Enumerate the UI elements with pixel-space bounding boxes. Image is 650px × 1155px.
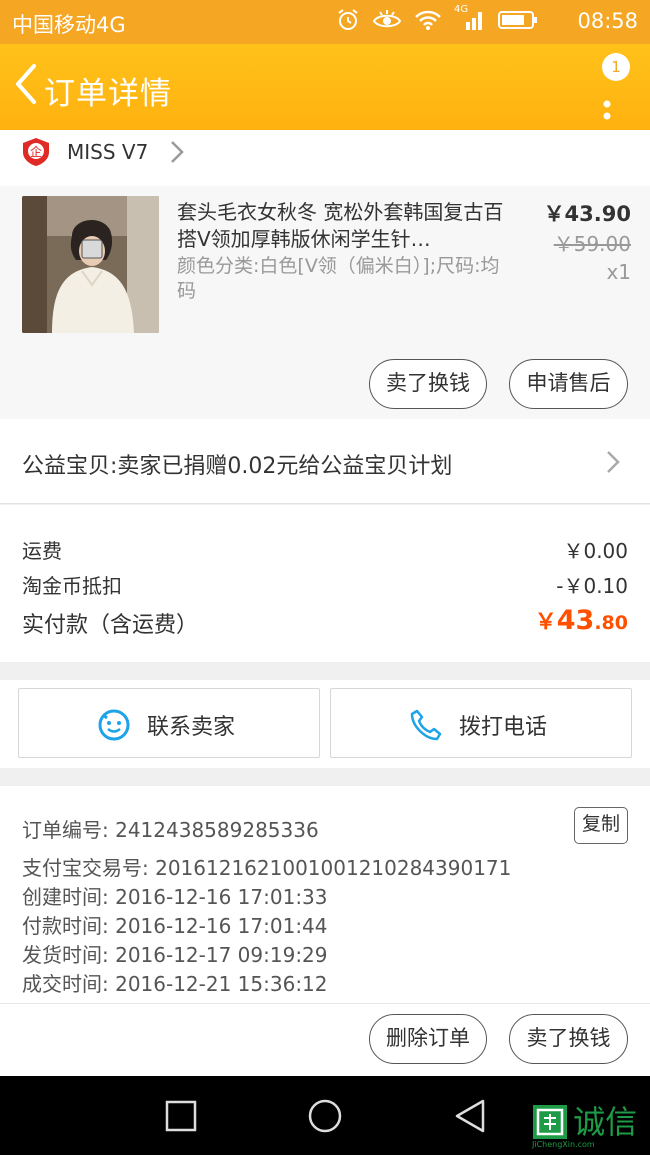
product-image[interactable]: [22, 196, 159, 333]
svg-text:企: 企: [30, 144, 42, 159]
phone-icon: [410, 709, 442, 741]
charity-text: 公益宝贝:卖家已捐赠0.02元给公益宝贝计划: [22, 454, 453, 479]
clock: 08:58: [577, 9, 638, 33]
created-time: 创建时间: 2016-12-16 17:01:33: [22, 885, 328, 909]
payment-summary: 运费 ￥0.00 淘金币抵扣 -￥0.10 实付款（含运费） ￥43.80: [0, 505, 650, 662]
delete-order-button[interactable]: 删除订单: [369, 1014, 487, 1064]
back-icon[interactable]: [453, 1098, 487, 1134]
coin-deduction-value: -￥0.10: [556, 574, 628, 598]
call-phone-label: 拨打电话: [459, 715, 548, 740]
call-phone-button[interactable]: 拨打电话: [330, 688, 632, 758]
product-sku: 颜色分类:白色[V领（偏米白）];尺码:均码: [177, 255, 500, 302]
chevron-right-icon: [171, 141, 184, 163]
contact-seller-button[interactable]: 联系卖家: [18, 688, 320, 758]
watermark-text: 诚信: [573, 1103, 638, 1141]
order-number: 订单编号: 2412438589285336: [22, 818, 319, 842]
total-paid-label: 实付款（含运费）: [22, 613, 199, 638]
chevron-right-icon: [607, 451, 620, 473]
shop-row[interactable]: 企 MISS V7: [0, 130, 650, 186]
contact-bar: 联系卖家 拨打电话: [0, 680, 650, 768]
shipping-label: 运费: [22, 539, 62, 563]
alipay-trade-number: 支付宝交易号: 2016121621001001210284390171: [22, 856, 512, 880]
carrier-label: 中国移动4G: [12, 13, 126, 37]
wifi-icon: [415, 10, 441, 30]
watermark-sub: JiChengXin.com: [532, 1140, 595, 1149]
enterprise-shop-icon: 企: [23, 138, 49, 166]
home-icon[interactable]: [307, 1098, 343, 1134]
shipped-time: 发货时间: 2016-12-17 09:19:29: [22, 943, 328, 967]
app-header: 订单详情 1: [0, 44, 650, 130]
status-bar: 中国移动4G 4G 08:58: [0, 0, 650, 44]
paid-time: 付款时间: 2016-12-16 17:01:44: [22, 914, 328, 938]
status-icons: 4G: [336, 4, 538, 32]
completed-time: 成交时间: 2016-12-21 15:36:12: [22, 972, 328, 996]
signal-icon: 4G: [454, 4, 486, 32]
shipping-value: ￥0.00: [563, 539, 628, 563]
eye-icon: [372, 10, 402, 28]
sell-item-button[interactable]: 卖了换钱: [369, 359, 487, 409]
product-title[interactable]: 套头毛衣女秋冬 宽松外套韩国复古百搭V领加厚韩版休闲学生针…: [177, 199, 507, 253]
page-title: 订单详情: [44, 76, 172, 112]
shop-name[interactable]: MISS V7: [67, 140, 148, 164]
chat-face-icon: [98, 709, 130, 741]
sell-again-button[interactable]: 卖了换钱: [509, 1014, 628, 1064]
order-item[interactable]: 套头毛衣女秋冬 宽松外套韩国复古百搭V领加厚韩版休闲学生针… 颜色分类:白色[V…: [0, 186, 650, 419]
battery-icon: [498, 11, 537, 29]
total-dec: .80: [594, 612, 628, 634]
total-currency: ￥: [534, 610, 557, 635]
total-paid-value: ￥43.80: [535, 604, 628, 636]
product-price: ￥43.90: [543, 202, 631, 226]
watermark-logo-icon: [533, 1105, 567, 1139]
charity-row[interactable]: 公益宝贝:卖家已捐赠0.02元给公益宝贝计划: [0, 419, 650, 504]
after-sales-button[interactable]: 申请售后: [509, 359, 628, 409]
coin-deduction-label: 淘金币抵扣: [22, 574, 122, 598]
alarm-icon: [338, 9, 358, 30]
order-info: 订单编号: 2412438589285336 复制 支付宝交易号: 201612…: [0, 786, 650, 1004]
total-int: 43: [556, 605, 595, 636]
original-price: ￥59.00: [553, 232, 631, 256]
more-menu-icon[interactable]: [601, 84, 613, 124]
copy-button[interactable]: 复制: [574, 807, 628, 844]
watermark: 诚信 JiChengXin.com: [532, 1104, 637, 1149]
bottom-actions: 删除订单 卖了换钱: [0, 1004, 650, 1076]
recent-apps-icon[interactable]: [165, 1100, 197, 1132]
back-arrow-icon[interactable]: [10, 60, 42, 108]
contact-seller-label: 联系卖家: [147, 715, 236, 740]
product-quantity: x1: [606, 260, 631, 284]
notification-badge[interactable]: 1: [602, 53, 630, 81]
